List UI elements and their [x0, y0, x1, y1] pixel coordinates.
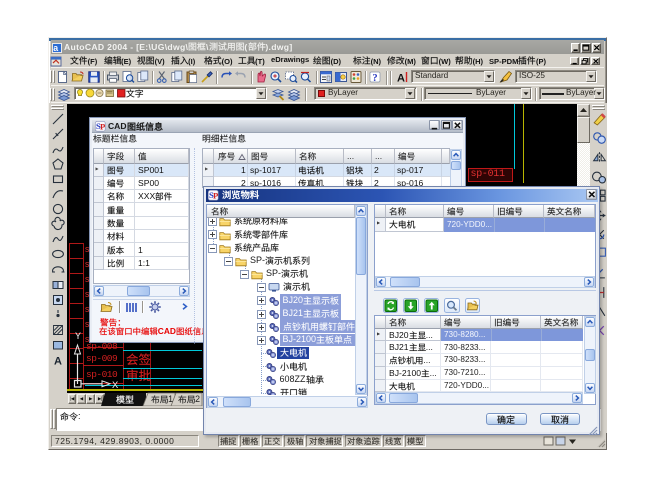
svg-text:A: A — [397, 72, 405, 84]
svg-text:P: P — [100, 122, 105, 132]
svg-text:Y: Y — [75, 332, 81, 343]
svg-text:X: X — [112, 380, 119, 392]
svg-text:?: ? — [372, 73, 377, 84]
svg-text:P: P — [213, 191, 218, 201]
svg-text:A: A — [54, 356, 62, 368]
